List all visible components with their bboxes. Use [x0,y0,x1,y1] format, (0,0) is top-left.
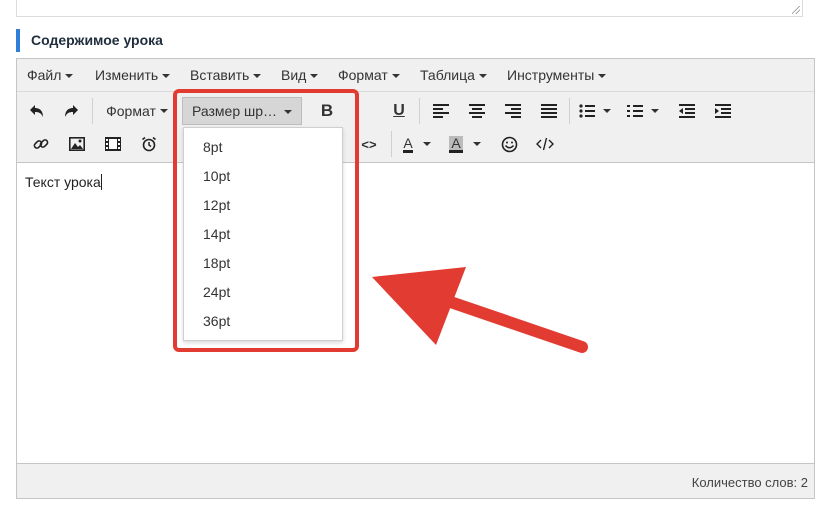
bold-button[interactable]: B [313,97,341,125]
emoticons-icon [501,136,517,152]
font-size-option[interactable]: 10pt [184,162,342,191]
link-button[interactable] [27,130,55,158]
chevron-down-icon [391,74,400,79]
code-sample-icon: <> [361,136,377,152]
undo-icon [30,105,43,117]
font-size-select-button[interactable]: Размер шр… [182,97,302,125]
toolbar-separator [419,98,420,124]
editor-statusbar: Количество слов: 2 [17,463,814,498]
menu-format[interactable]: Формат [338,59,400,91]
chevron-down-icon [598,74,607,79]
toolbar-separator [569,98,570,124]
chevron-down-icon [310,74,319,79]
font-size-option[interactable]: 14pt [184,220,342,249]
chevron-down-icon [65,74,74,79]
chevron-down-icon [162,74,171,79]
numbered-list-icon [627,105,643,117]
outdent-icon [679,104,695,118]
chevron-down-icon [603,109,611,113]
chevron-down-icon [422,142,431,146]
font-size-dropdown: 8pt 10pt 12pt 14pt 18pt 24pt 36pt [183,127,343,341]
align-center-button[interactable] [463,97,491,125]
editor-menubar: Файл Изменить Вставить Вид Формат Таблиц… [17,59,814,92]
alarm-icon [142,136,156,152]
image-button[interactable] [63,130,91,158]
align-center-icon [469,104,485,118]
alarm-button[interactable] [135,130,163,158]
link-icon [33,139,49,149]
text-color-icon: A [403,134,413,153]
code-sample-button[interactable]: <> [357,130,381,158]
undo-button[interactable] [23,97,51,125]
numbered-list-button[interactable] [623,97,663,125]
font-size-option[interactable]: 36pt [184,307,342,336]
background-color-icon: A [449,134,463,153]
font-size-option[interactable]: 24pt [184,278,342,307]
outdent-button[interactable] [673,97,701,125]
editor-toolbar: Формат Размер шр… B U <> A A [17,92,814,163]
format-select-button[interactable]: Формат [99,97,175,125]
bullet-list-button[interactable] [575,97,615,125]
align-justify-icon [541,104,557,118]
toolbar-separator [391,131,392,157]
text-cursor [100,174,102,190]
font-size-option[interactable]: 12pt [184,191,342,220]
align-left-button[interactable] [427,97,455,125]
menu-edit[interactable]: Изменить [95,59,171,91]
menu-view[interactable]: Вид [281,59,319,91]
underline-icon: U [393,102,405,119]
align-justify-button[interactable] [535,97,563,125]
text-color-button[interactable]: A [397,130,437,158]
chevron-down-icon [159,109,168,113]
redo-icon [65,105,78,117]
word-count: Количество слов: 2 [691,475,808,490]
chevron-down-icon [472,142,481,146]
chevron-down-icon [253,74,262,79]
chevron-down-icon [284,110,292,114]
source-code-icon [536,137,554,151]
chevron-down-icon [478,74,487,79]
toolbar-separator [92,98,93,124]
chevron-down-icon [651,109,659,113]
font-size-option[interactable]: 18pt [184,249,342,278]
indent-icon [715,104,731,118]
source-code-button[interactable] [531,130,559,158]
media-icon [105,137,121,151]
media-button[interactable] [99,130,127,158]
section-title: Содержимое урока [16,29,163,52]
resize-handle-icon[interactable] [792,6,800,14]
font-size-option[interactable]: 8pt [184,133,342,162]
underline-button[interactable]: U [385,97,413,125]
image-icon [69,137,85,151]
menu-table[interactable]: Таблица [420,59,487,91]
rich-text-editor: Файл Изменить Вставить Вид Формат Таблиц… [16,58,815,499]
previous-textarea[interactable] [16,0,803,17]
redo-button[interactable] [57,97,85,125]
content-text: Текст урока [25,174,101,190]
align-left-icon [433,104,449,118]
bullet-list-icon [579,104,595,118]
bold-icon: B [320,101,334,120]
background-color-button[interactable]: A [445,130,485,158]
menu-file[interactable]: Файл [27,59,74,91]
editor-content[interactable]: Текст урока [25,174,102,190]
menu-insert[interactable]: Вставить [190,59,262,91]
menu-tools[interactable]: Инструменты [507,59,607,91]
align-right-button[interactable] [499,97,527,125]
emoticons-button[interactable] [495,130,523,158]
align-right-icon [505,104,521,118]
indent-button[interactable] [709,97,737,125]
